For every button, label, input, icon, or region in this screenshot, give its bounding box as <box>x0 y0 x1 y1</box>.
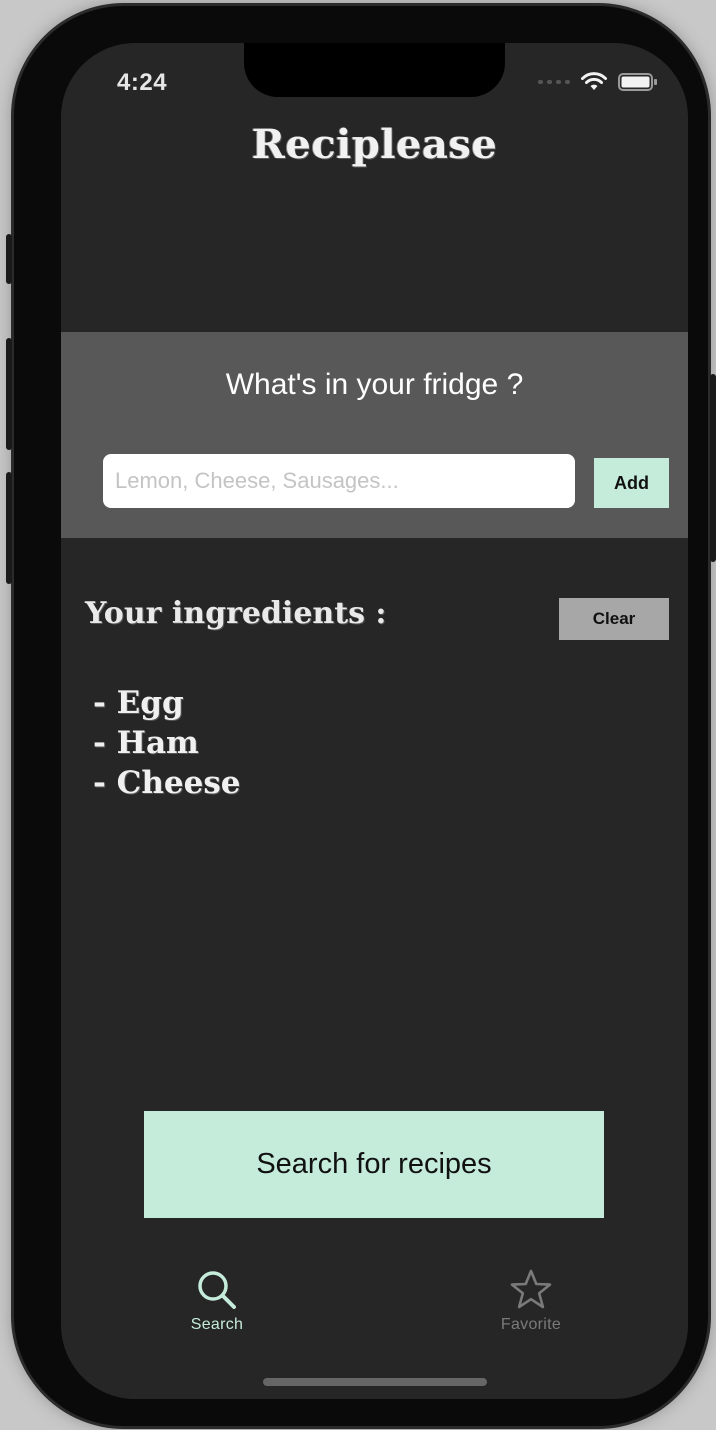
power-button <box>710 374 716 562</box>
fridge-panel: What's in your fridge ? Add <box>61 332 688 538</box>
app-screen: 4:24 Reciplease What's in your fridge ? … <box>61 43 688 1399</box>
cellular-signal-icon <box>538 80 570 84</box>
notch <box>244 43 505 97</box>
battery-icon <box>618 73 657 91</box>
add-button[interactable]: Add <box>594 458 669 508</box>
volume-up-button <box>6 338 12 450</box>
ingredients-list: - Egg - Ham - Cheese <box>93 683 241 803</box>
status-time: 4:24 <box>117 69 168 96</box>
ingredient-item: - Egg <box>93 685 184 721</box>
ingredients-heading: Your ingredients : <box>85 596 387 631</box>
tab-label: Favorite <box>500 1316 562 1333</box>
ingredient-item: - Ham <box>93 725 199 761</box>
ingredient-input[interactable] <box>103 454 575 508</box>
wifi-icon <box>581 72 607 90</box>
status-indicators <box>538 72 658 92</box>
tab-bar: Search Favorite <box>61 1268 688 1348</box>
phone-frame: 4:24 Reciplease What's in your fridge ? … <box>6 6 716 1426</box>
search-recipes-button[interactable]: Search for recipes <box>144 1111 604 1218</box>
app-title: Reciplease <box>251 121 498 168</box>
ingredient-item: - Cheese <box>93 765 241 801</box>
tab-favorite[interactable]: Favorite <box>461 1268 601 1334</box>
star-icon <box>510 1269 552 1309</box>
silent-switch <box>6 234 12 284</box>
tab-search[interactable]: Search <box>147 1268 287 1334</box>
search-icon <box>198 1271 236 1309</box>
clear-button[interactable]: Clear <box>559 598 669 640</box>
tab-label: Search <box>190 1316 244 1333</box>
home-indicator[interactable] <box>263 1378 487 1386</box>
fridge-question: What's in your fridge ? <box>225 368 524 401</box>
volume-down-button <box>6 472 12 584</box>
